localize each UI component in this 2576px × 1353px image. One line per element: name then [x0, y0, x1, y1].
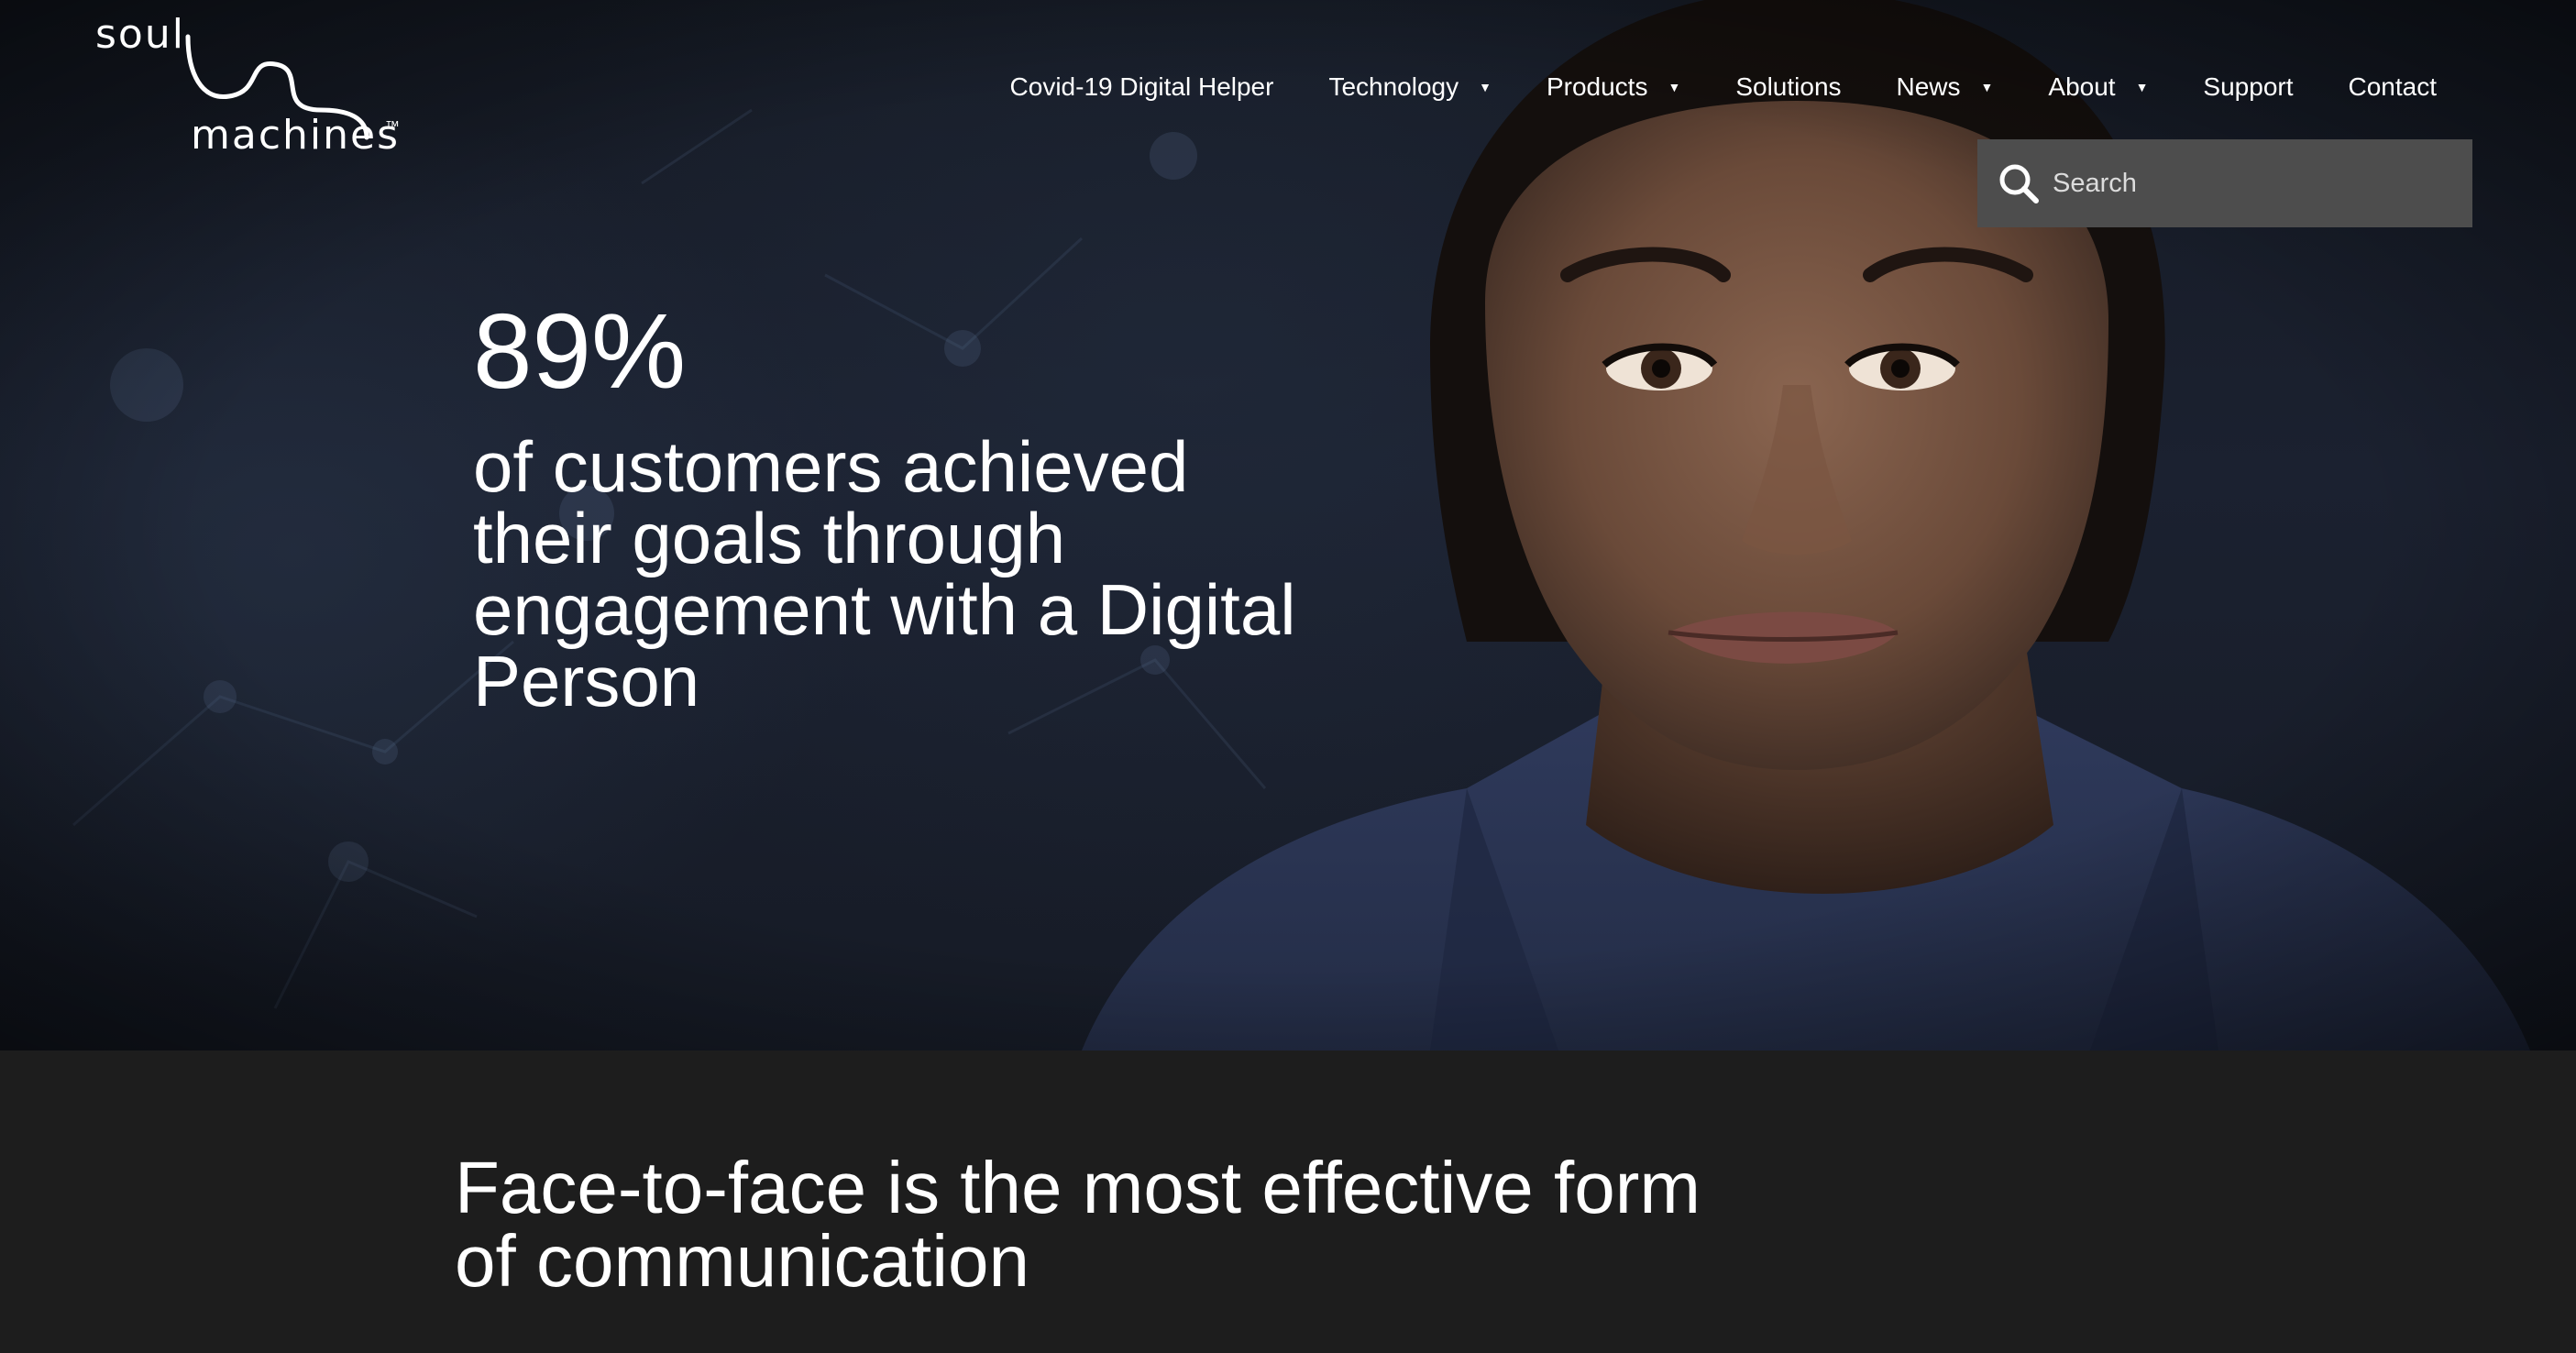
- nav-label: Solutions: [1735, 72, 1842, 101]
- nav-label: News: [1896, 72, 1961, 101]
- dropdown-caret-icon: ▼: [1668, 80, 1681, 94]
- nav-item-about[interactable]: About ▼: [2048, 64, 2148, 110]
- logo-text-machines: machines: [191, 112, 401, 159]
- nav-item-news[interactable]: News ▼: [1897, 64, 1994, 110]
- dropdown-caret-icon: ▼: [2135, 80, 2149, 94]
- hero-stat-description: of customers achieved their goals throug…: [473, 426, 1296, 721]
- hero-stat-value: 89%: [473, 292, 687, 411]
- logo-text-soul: soul: [95, 11, 185, 58]
- nav-item-contact[interactable]: Contact: [2349, 64, 2438, 110]
- soul-machines-logo[interactable]: soul machines ™: [92, 9, 413, 165]
- search-input[interactable]: [2051, 167, 2458, 200]
- logo-trademark: ™: [385, 119, 400, 135]
- dropdown-caret-icon: ▼: [1980, 80, 1994, 94]
- search-icon[interactable]: [1996, 160, 2042, 206]
- nav-item-support[interactable]: Support: [2203, 64, 2293, 110]
- nav-label: Covid-19 Digital Helper: [1009, 72, 1274, 101]
- hero-section: soul machines ™ Covid-19 Digital Helper …: [0, 0, 2576, 1050]
- section-heading: Face-to-face is the most effective form …: [455, 1147, 1701, 1302]
- nav-label: Products: [1546, 72, 1648, 101]
- nav-item-covid-19-digital-helper[interactable]: Covid-19 Digital Helper: [1010, 64, 1274, 110]
- nav-item-solutions[interactable]: Solutions: [1735, 64, 1841, 110]
- nav-label: Contact: [2348, 72, 2438, 101]
- nav-label: Technology: [1328, 72, 1459, 101]
- nav-item-technology[interactable]: Technology ▼: [1328, 64, 1492, 110]
- nav-label: About: [2048, 72, 2116, 101]
- page: soul machines ™ Covid-19 Digital Helper …: [0, 0, 2576, 1353]
- nav-item-products[interactable]: Products ▼: [1547, 64, 1680, 110]
- main-navigation: Covid-19 Digital Helper Technology ▼ Pro…: [1010, 64, 2437, 110]
- search-box[interactable]: [1977, 139, 2472, 227]
- nav-label: Support: [2203, 72, 2294, 101]
- dropdown-caret-icon: ▼: [1479, 80, 1492, 94]
